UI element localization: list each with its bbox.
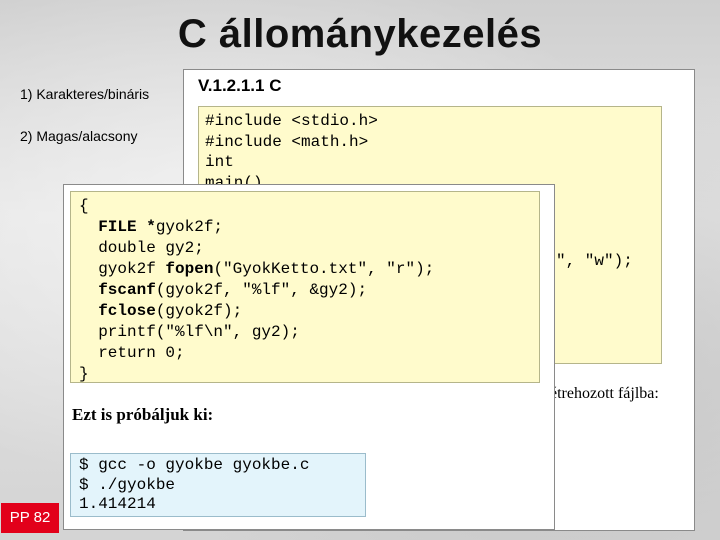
- terminal-block: $ gcc -o gyokbe gyokbe.c $ ./gyokbe 1.41…: [70, 453, 366, 517]
- code-line: (gyok2f);: [155, 302, 243, 320]
- code-line: }: [79, 365, 89, 383]
- bullet-character-binary: 1) Karakteres/bináris: [20, 86, 150, 102]
- code-block-front: { FILE *gyok2f; double gy2; gyok2f fopen…: [70, 191, 540, 383]
- code-line: double gy2;: [98, 239, 204, 257]
- code-line: printf("%lf\n", gy2);: [98, 323, 300, 341]
- code-keyword: fclose: [98, 302, 156, 320]
- code-keyword: fscanf: [98, 281, 156, 299]
- bullet-high-low-level: 2) Magas/alacsony: [20, 128, 138, 144]
- prompt-text: Ezt is próbáljuk ki:: [72, 405, 214, 424]
- code-keyword: fopen: [165, 260, 214, 278]
- code-line: {: [79, 197, 89, 215]
- front-code-window: { FILE *gyok2f; double gy2; gyok2f fopen…: [63, 184, 555, 530]
- code-keyword: FILE *: [98, 218, 156, 236]
- code-line: (gyok2f, "%lf", &gy2);: [155, 281, 368, 299]
- section-heading: V.1.2.1.1 C: [198, 76, 282, 95]
- code-line: ("GyokKetto.txt", "r");: [213, 260, 435, 278]
- code-line: gyok2f: [98, 260, 166, 278]
- page-title: C állománykezelés: [177, 12, 543, 56]
- terminal-output: $ gcc -o gyokbe gyokbe.c $ ./gyokbe 1.41…: [79, 456, 310, 513]
- code-line: return 0;: [98, 344, 185, 362]
- page-badge: PP 82: [1, 503, 59, 533]
- code-fragment-tail: ", "w");: [556, 252, 633, 270]
- code-line: gyok2f;: [155, 218, 224, 236]
- text-fragment-tail: étrehozott fájlba:: [550, 385, 659, 402]
- code-listing: { FILE *gyok2f; double gy2; gyok2f fopen…: [71, 192, 539, 389]
